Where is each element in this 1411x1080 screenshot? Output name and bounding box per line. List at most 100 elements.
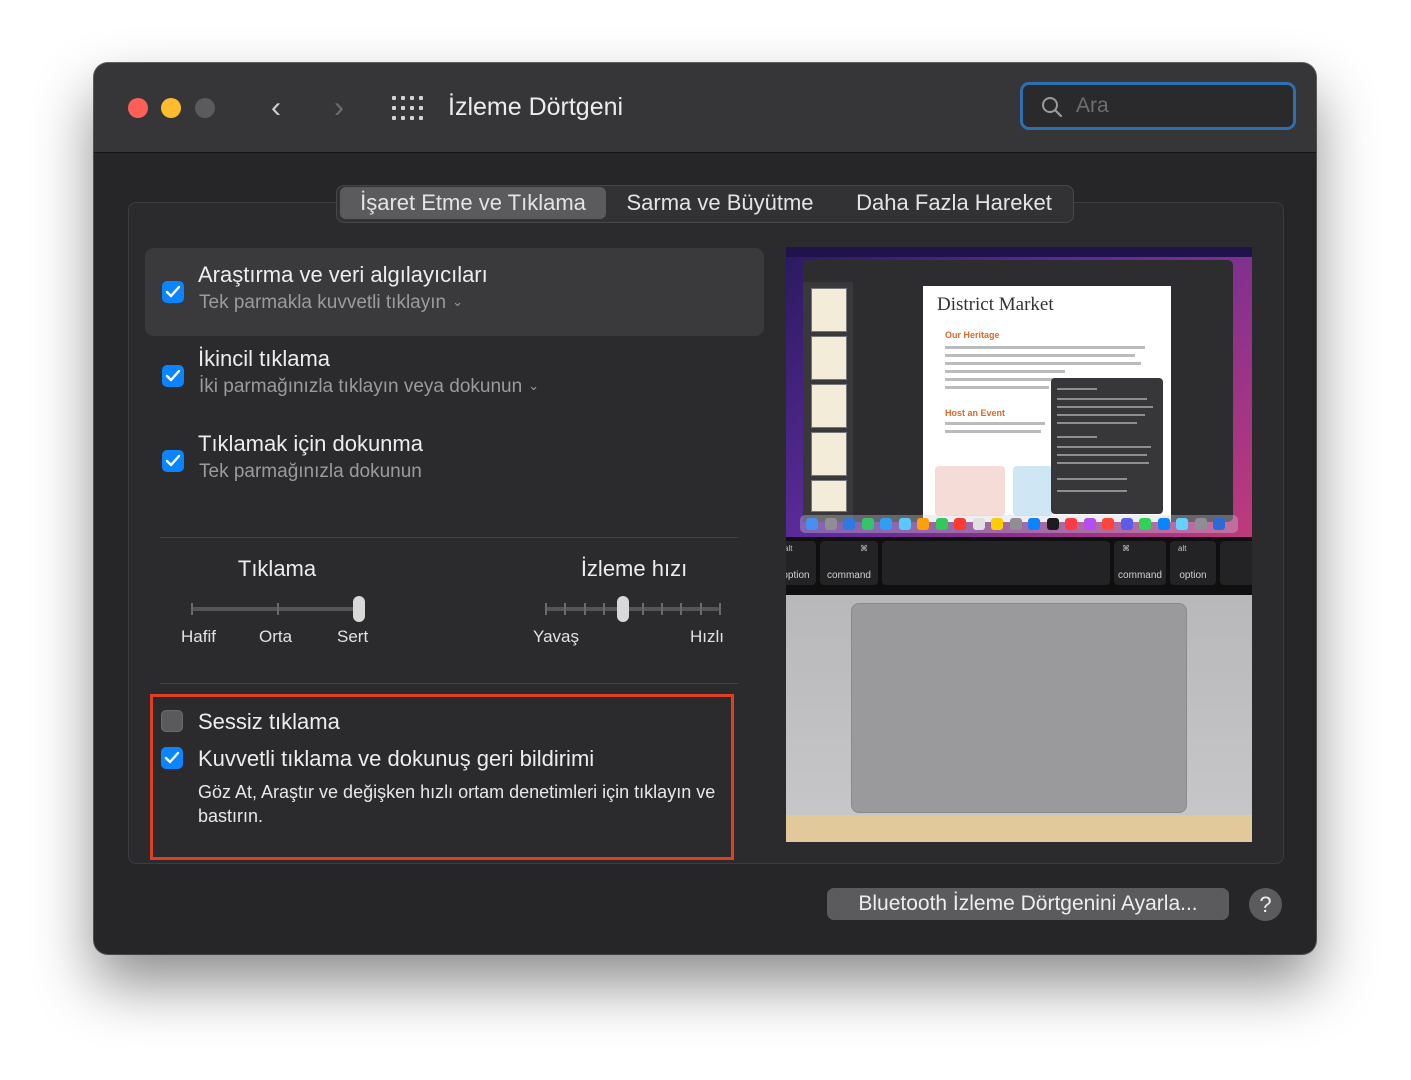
dock-app-icon bbox=[898, 518, 911, 530]
key-label: option bbox=[786, 570, 810, 581]
speed-slider-title: İzleme hızı bbox=[580, 556, 688, 581]
speed-slider-label-fast: Hızlı bbox=[690, 627, 724, 646]
preview-home-card bbox=[935, 466, 1005, 516]
help-button[interactable]: ? bbox=[1249, 888, 1282, 921]
secondary-click-menu[interactable]: İki parmağınızla tıklayın veya dokunun ⌄ bbox=[199, 376, 539, 398]
key-label: option bbox=[1179, 570, 1207, 581]
preview-card bbox=[1013, 466, 1053, 516]
window-title: İzleme Dörtgeni bbox=[448, 93, 624, 121]
speed-slider-track[interactable] bbox=[545, 607, 719, 611]
preview-text-line bbox=[945, 378, 1055, 381]
silent-click-checkbox[interactable] bbox=[161, 710, 183, 732]
back-chevron-icon[interactable]: ‹ bbox=[261, 91, 291, 125]
dock-app-icon bbox=[806, 518, 818, 530]
checkmark-icon bbox=[165, 285, 181, 298]
click-slider-tick bbox=[277, 603, 279, 615]
preview-page-thumb bbox=[811, 384, 847, 428]
click-slider-label-light: Hafif bbox=[181, 627, 216, 646]
tap-to-click-sub-label: Tek parmağınızla dokunun bbox=[199, 461, 422, 482]
click-slider-track[interactable] bbox=[191, 607, 359, 611]
preview-doc-heading: Our Heritage bbox=[945, 330, 1000, 340]
dock-app-icon bbox=[861, 518, 874, 530]
speed-slider-tick bbox=[564, 603, 566, 615]
preview-palm-rest bbox=[786, 595, 1252, 842]
dock-app-icon bbox=[935, 518, 948, 530]
dock-app-icon bbox=[1194, 518, 1207, 530]
click-slider-title: Tıklama bbox=[237, 556, 317, 581]
speed-slider-tick bbox=[603, 603, 605, 615]
preview-desk bbox=[786, 815, 1252, 842]
tab-point-and-click[interactable]: İşaret Etme ve Tıklama bbox=[340, 187, 606, 219]
preview-page-thumb bbox=[811, 432, 847, 476]
preview-text-line bbox=[945, 430, 1041, 433]
dock-app-icon bbox=[1139, 518, 1151, 530]
preview-app-window: District Market Our Heritage Host an Eve… bbox=[803, 260, 1233, 522]
search-field[interactable]: Ara bbox=[1020, 82, 1296, 130]
speed-slider-knob[interactable] bbox=[617, 596, 629, 622]
tab-scroll-and-zoom[interactable]: Sarma ve Büyütme bbox=[613, 186, 827, 222]
dock-app-icon bbox=[954, 518, 966, 530]
key-option-left: alt option bbox=[786, 541, 816, 585]
dock-app-icon bbox=[1120, 518, 1133, 530]
preview-keyboard: alt option ⌘ command ⌘ command alt option bbox=[786, 537, 1252, 595]
dock-app-icon bbox=[1046, 518, 1059, 530]
popup-line bbox=[1057, 414, 1145, 416]
dock-app-icon bbox=[880, 518, 892, 530]
divider bbox=[160, 683, 738, 684]
lookup-menu[interactable]: Tek parmakla kuvvetli tıklayın ⌄ bbox=[199, 292, 463, 314]
lookup-checkbox[interactable] bbox=[162, 281, 184, 303]
key-command-right: ⌘ command bbox=[1114, 541, 1166, 585]
key-symbol: ⌘ bbox=[860, 544, 868, 553]
preview-trackpad bbox=[851, 603, 1187, 813]
preview-menu-bar bbox=[786, 247, 1252, 257]
secondary-click-checkbox[interactable] bbox=[162, 365, 184, 387]
zoom-button[interactable] bbox=[195, 98, 215, 118]
preview-dock bbox=[800, 515, 1238, 533]
close-button[interactable] bbox=[128, 98, 148, 118]
popup-line bbox=[1057, 490, 1127, 492]
key-command-left: ⌘ command bbox=[820, 541, 878, 585]
speed-slider-tick bbox=[661, 603, 663, 615]
click-slider-label-medium: Orta bbox=[259, 627, 293, 646]
dock-app-icon bbox=[1213, 518, 1225, 530]
tap-to-click-checkbox[interactable] bbox=[162, 450, 184, 472]
silent-click-label: Sessiz tıklama bbox=[198, 709, 340, 734]
popup-line bbox=[1057, 406, 1153, 408]
key-option-right: alt option bbox=[1170, 541, 1216, 585]
speed-slider-tick bbox=[545, 603, 547, 615]
secondary-click-label: İkincil tıklama bbox=[198, 346, 331, 371]
popup-line bbox=[1057, 478, 1127, 480]
key-label: command bbox=[827, 570, 871, 581]
chevron-down-icon: ⌄ bbox=[528, 378, 540, 393]
preview-page-thumb bbox=[811, 336, 847, 380]
popup-line bbox=[1057, 454, 1147, 456]
show-all-grid-icon[interactable] bbox=[392, 96, 424, 120]
minimize-button[interactable] bbox=[161, 98, 181, 118]
title-bar: ‹ › İzleme Dörtgeni Ara bbox=[94, 63, 1316, 153]
preview-text-line bbox=[945, 362, 1141, 365]
popup-line bbox=[1057, 446, 1151, 448]
secondary-click-sub-label: İki parmağınızla tıklayın veya dokunun bbox=[199, 376, 523, 397]
checkmark-icon bbox=[165, 454, 181, 467]
force-click-checkbox[interactable] bbox=[161, 747, 183, 769]
checkmark-icon bbox=[164, 751, 180, 764]
force-click-label: Kuvvetli tıklama ve dokunuş geri bildiri… bbox=[198, 746, 595, 771]
dock-app-icon bbox=[1102, 518, 1114, 530]
dock-app-icon bbox=[1028, 518, 1040, 530]
tab-more-gestures[interactable]: Daha Fazla Hareket bbox=[835, 186, 1073, 222]
search-icon bbox=[1042, 97, 1063, 118]
popup-line bbox=[1057, 422, 1137, 424]
click-slider-tick bbox=[191, 603, 193, 615]
key-label: command bbox=[1118, 570, 1162, 581]
dock-app-icon bbox=[991, 518, 1003, 530]
speed-slider-tick bbox=[680, 603, 682, 615]
preview-doc-title: District Market bbox=[937, 294, 1054, 315]
dock-app-icon bbox=[1083, 518, 1096, 530]
click-slider-knob[interactable] bbox=[353, 596, 365, 622]
setup-bluetooth-trackpad-button[interactable]: Bluetooth İzleme Dörtgenini Ayarla... bbox=[827, 888, 1229, 920]
key-arrow-left bbox=[1220, 541, 1252, 585]
preview-text-line bbox=[945, 386, 1049, 389]
forward-chevron-icon[interactable]: › bbox=[324, 91, 354, 125]
speed-slider-tick bbox=[642, 603, 644, 615]
popup-line bbox=[1057, 436, 1097, 438]
